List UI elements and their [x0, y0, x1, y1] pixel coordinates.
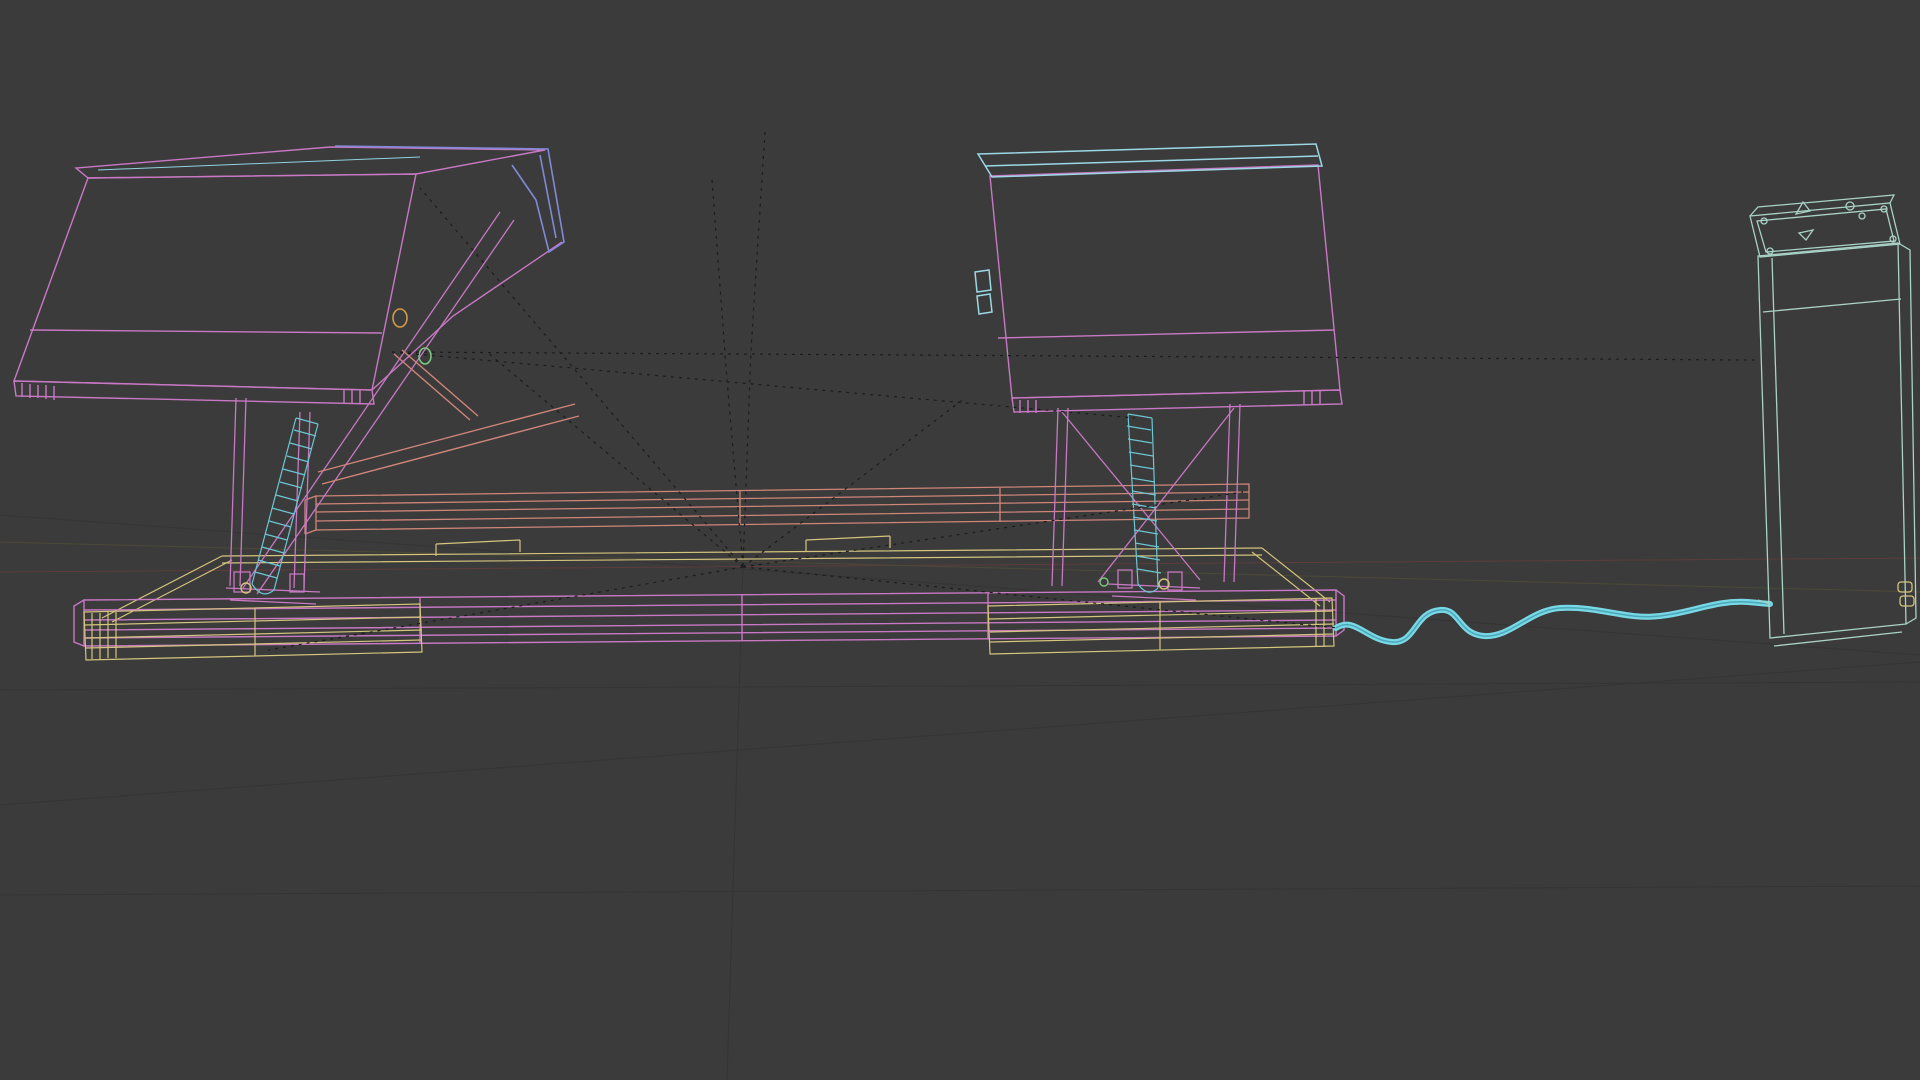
wireframe-scene [0, 0, 1920, 1080]
viewport-3d[interactable] [0, 0, 1920, 1080]
